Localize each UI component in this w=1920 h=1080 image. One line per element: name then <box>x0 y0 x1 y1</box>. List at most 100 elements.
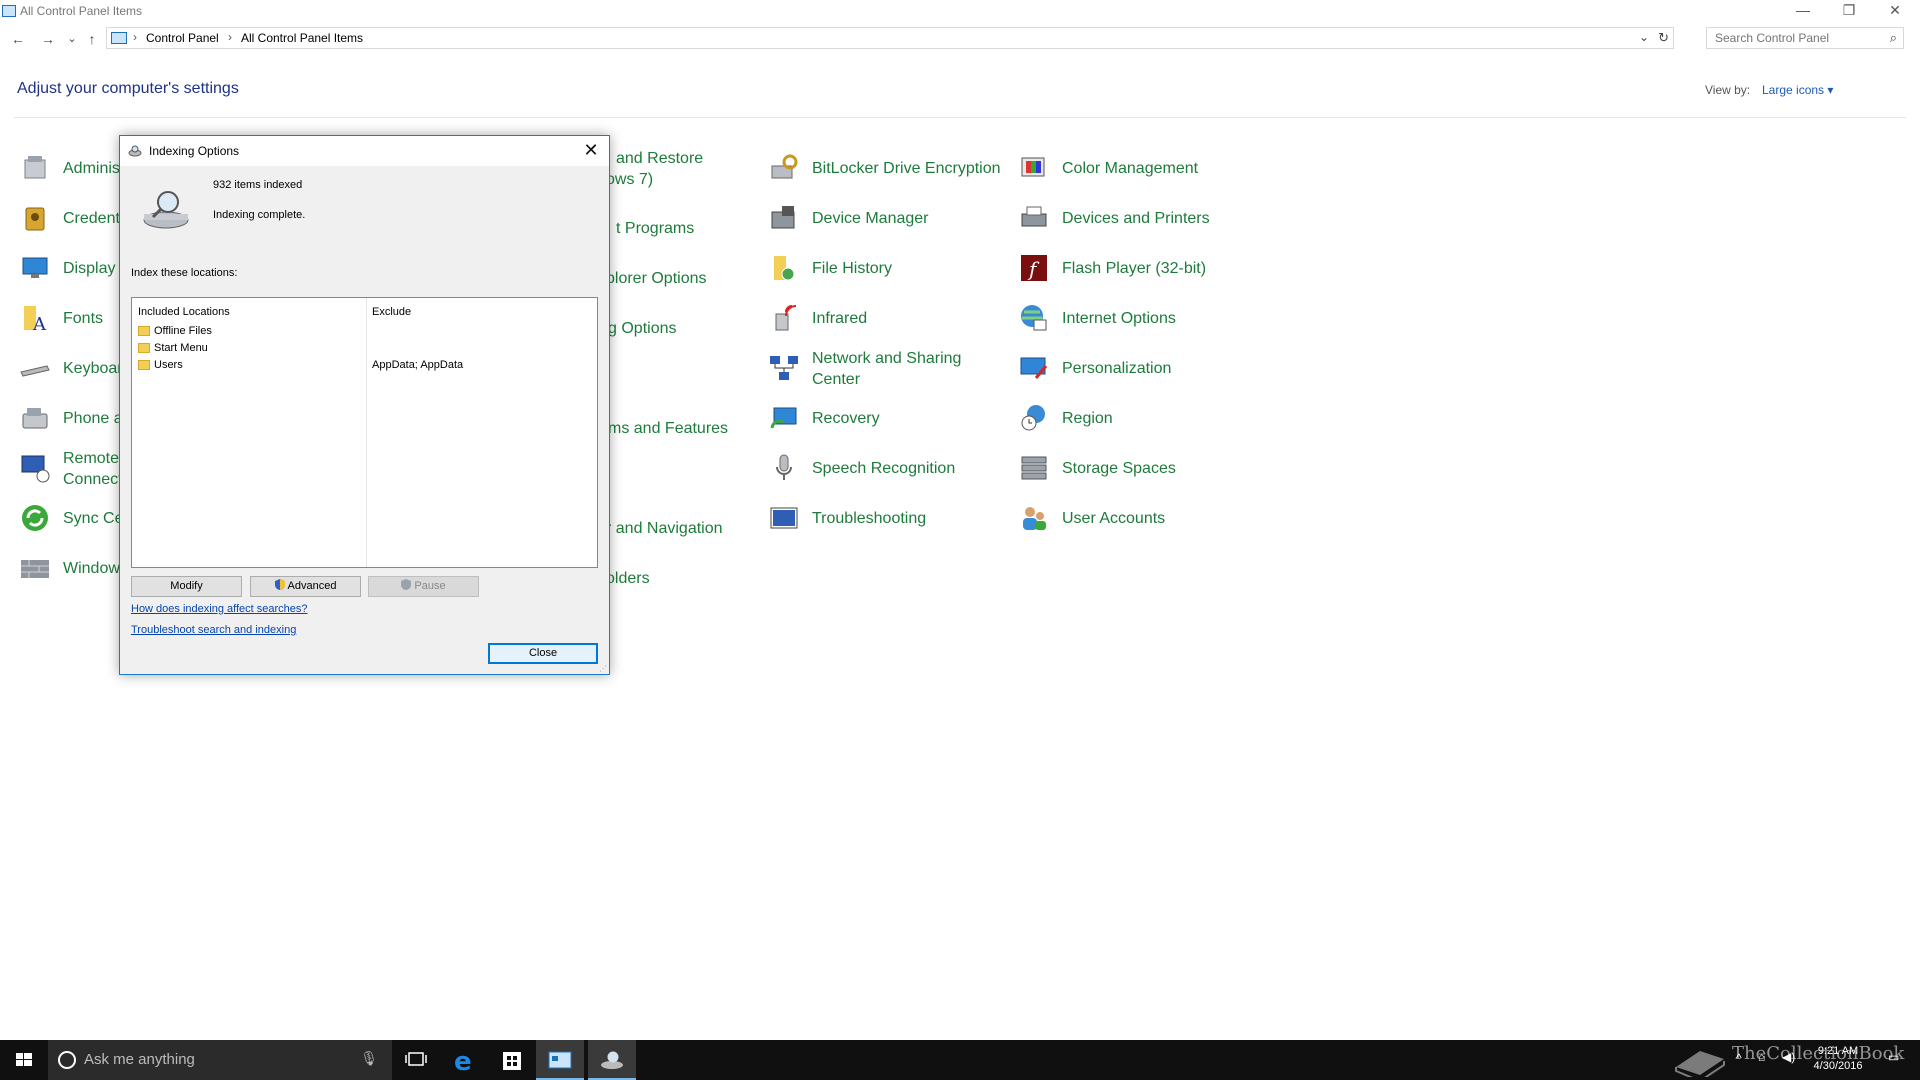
cp-item-label: Network and Sharing <box>812 350 962 367</box>
modify-button[interactable]: Modify <box>131 576 242 597</box>
cp-item-label: and Restore <box>616 150 704 167</box>
index-locations-label: Index these locations: <box>131 267 238 279</box>
cortana-placeholder: Ask me anything <box>84 1051 195 1068</box>
cp-item-label: Recovery <box>812 410 880 427</box>
cp-item-label: Flash Player (32-bit) <box>1062 260 1207 277</box>
cp-item-bitlocker[interactable]: BitLocker Drive Encryption <box>768 148 1018 188</box>
cp-item-label: ows 7) <box>606 171 654 188</box>
minimize-button[interactable]: — <box>1780 0 1826 22</box>
cp-item-speech-recognition[interactable]: Speech Recognition <box>768 448 1018 488</box>
divider <box>14 117 1906 118</box>
cp-item-label: Personalization <box>1062 360 1172 377</box>
cp-item-color-management[interactable]: Color Management <box>1018 148 1268 188</box>
locations-list[interactable]: Included Locations Exclude Offline Files… <box>131 297 598 568</box>
bitlocker-icon <box>771 154 798 179</box>
address-dropdown-button[interactable]: ⌄ <box>1639 30 1649 44</box>
taskbar-store[interactable] <box>488 1040 536 1080</box>
start-button[interactable] <box>0 1040 48 1080</box>
breadcrumb-all-items[interactable]: All Control Panel Items <box>241 31 363 45</box>
region-icon <box>1021 405 1045 431</box>
flash-player-icon: f <box>1021 255 1047 281</box>
window-title: All Control Panel Items <box>20 4 143 18</box>
shield-icon <box>274 579 285 590</box>
clock-time: 9:21 AM <box>1817 1045 1859 1057</box>
cp-item-flash-player[interactable]: f Flash Player (32-bit) <box>1018 248 1268 288</box>
refresh-button[interactable]: ↻ <box>1658 30 1669 46</box>
how-indexing-affects-link[interactable]: How does indexing affect searches? <box>131 603 308 615</box>
cp-item-personalization[interactable]: Personalization <box>1018 348 1268 388</box>
cp-item-recovery[interactable]: Recovery <box>768 398 1018 438</box>
restore-button[interactable]: ❐ <box>1826 0 1872 22</box>
cp-item-label: Fonts <box>63 310 104 327</box>
task-view-icon <box>405 1052 427 1066</box>
forward-button[interactable]: → <box>38 29 58 49</box>
page-title: Adjust your computer's settings <box>17 80 239 97</box>
network-icon[interactable]: ⌂ <box>1758 1050 1765 1080</box>
view-by-dropdown[interactable]: Large icons ▾ <box>1762 83 1833 97</box>
clock-date: 4/30/2016 <box>1813 1060 1863 1072</box>
up-button[interactable]: ↑ <box>82 29 102 49</box>
dialog-close-icon[interactable]: ✕ <box>579 139 603 163</box>
microphone-icon <box>776 454 792 480</box>
cortana-search-box[interactable]: Ask me anything 🎙︎ <box>48 1040 392 1080</box>
recent-locations-button[interactable]: ⌄ <box>62 29 82 49</box>
cp-item-label: Adminis <box>63 160 120 177</box>
shield-icon <box>401 579 412 590</box>
action-center-icon[interactable]: ▭ <box>1888 1050 1899 1080</box>
column-divider <box>366 298 367 567</box>
system-clock[interactable]: 9:21 AM 4/30/2016 <box>1798 1044 1878 1074</box>
microphone-icon[interactable]: 🎙︎ <box>360 1050 378 1067</box>
cp-item-label: Keyboar <box>63 360 123 377</box>
cp-item-label: Display <box>63 260 116 277</box>
location-name: Start Menu <box>154 342 208 354</box>
fonts-icon: A <box>24 306 47 334</box>
folder-icon <box>138 343 150 353</box>
search-icon[interactable]: ⌕ <box>1890 30 1897 46</box>
cp-item-label: g Options <box>608 320 677 337</box>
printer-icon <box>1021 206 1047 227</box>
cp-item-network-and-sharing-center[interactable]: Network and Sharing Center <box>768 348 1018 388</box>
cp-item-user-accounts[interactable]: User Accounts <box>1018 498 1268 538</box>
file-history-icon <box>774 256 795 281</box>
search-box[interactable]: ⌕ <box>1706 27 1904 49</box>
taskbar-indexing-options[interactable] <box>588 1040 636 1080</box>
taskbar-control-panel[interactable] <box>536 1040 584 1080</box>
cp-item-devices-and-printers[interactable]: Devices and Printers <box>1018 198 1268 238</box>
firewall-icon <box>21 560 49 578</box>
cp-item-file-history[interactable]: File History <box>768 248 1018 288</box>
cp-item-label: Color Management <box>1062 160 1199 177</box>
sync-center-icon <box>22 505 48 531</box>
display-icon <box>22 257 48 278</box>
location-name: Users <box>154 359 183 371</box>
show-hidden-icons-icon[interactable]: ^ <box>1736 1051 1742 1080</box>
edge-icon: e <box>454 1047 472 1077</box>
address-bar[interactable]: › Control Panel › All Control Panel Item… <box>106 27 1674 49</box>
cp-item-internet-options[interactable]: Internet Options <box>1018 298 1268 338</box>
exclude-value: AppData; AppData <box>372 359 464 371</box>
user-accounts-icon <box>1023 507 1046 530</box>
volume-icon[interactable]: ◀︎) <box>1782 1050 1795 1080</box>
cp-item-label: Troubleshooting <box>812 510 927 527</box>
resize-grip-icon[interactable]: ⋰ <box>599 664 607 673</box>
troubleshoot-indexing-link[interactable]: Troubleshoot search and indexing <box>131 624 296 636</box>
close-window-button[interactable]: ✕ <box>1872 0 1918 22</box>
cp-item-infrared[interactable]: Infrared <box>768 298 1018 338</box>
taskbar-edge[interactable]: e <box>440 1040 488 1080</box>
close-button[interactable]: Close <box>488 643 598 664</box>
cp-item-label: plorer Options <box>606 270 707 287</box>
column-header-included: Included Locations <box>138 306 230 318</box>
recovery-icon <box>770 407 797 429</box>
advanced-button[interactable]: Advanced <box>250 576 361 597</box>
cp-item-storage-spaces[interactable]: Storage Spaces <box>1018 448 1268 488</box>
cp-item-troubleshooting[interactable]: Troubleshooting <box>768 498 1018 538</box>
cp-item-device-manager[interactable]: Device Manager <box>768 198 1018 238</box>
breadcrumb-control-panel[interactable]: Control Panel <box>146 31 219 45</box>
cp-item-label: Sync Ce <box>63 510 124 527</box>
phone-icon <box>22 408 48 429</box>
task-view-button[interactable] <box>392 1040 440 1080</box>
cp-item-region[interactable]: Region <box>1018 398 1268 438</box>
dialog-titlebar[interactable]: Indexing Options ✕ <box>120 136 609 166</box>
search-input[interactable] <box>1707 28 1877 48</box>
color-management-icon <box>1021 157 1045 177</box>
back-button[interactable]: ← <box>8 29 28 49</box>
